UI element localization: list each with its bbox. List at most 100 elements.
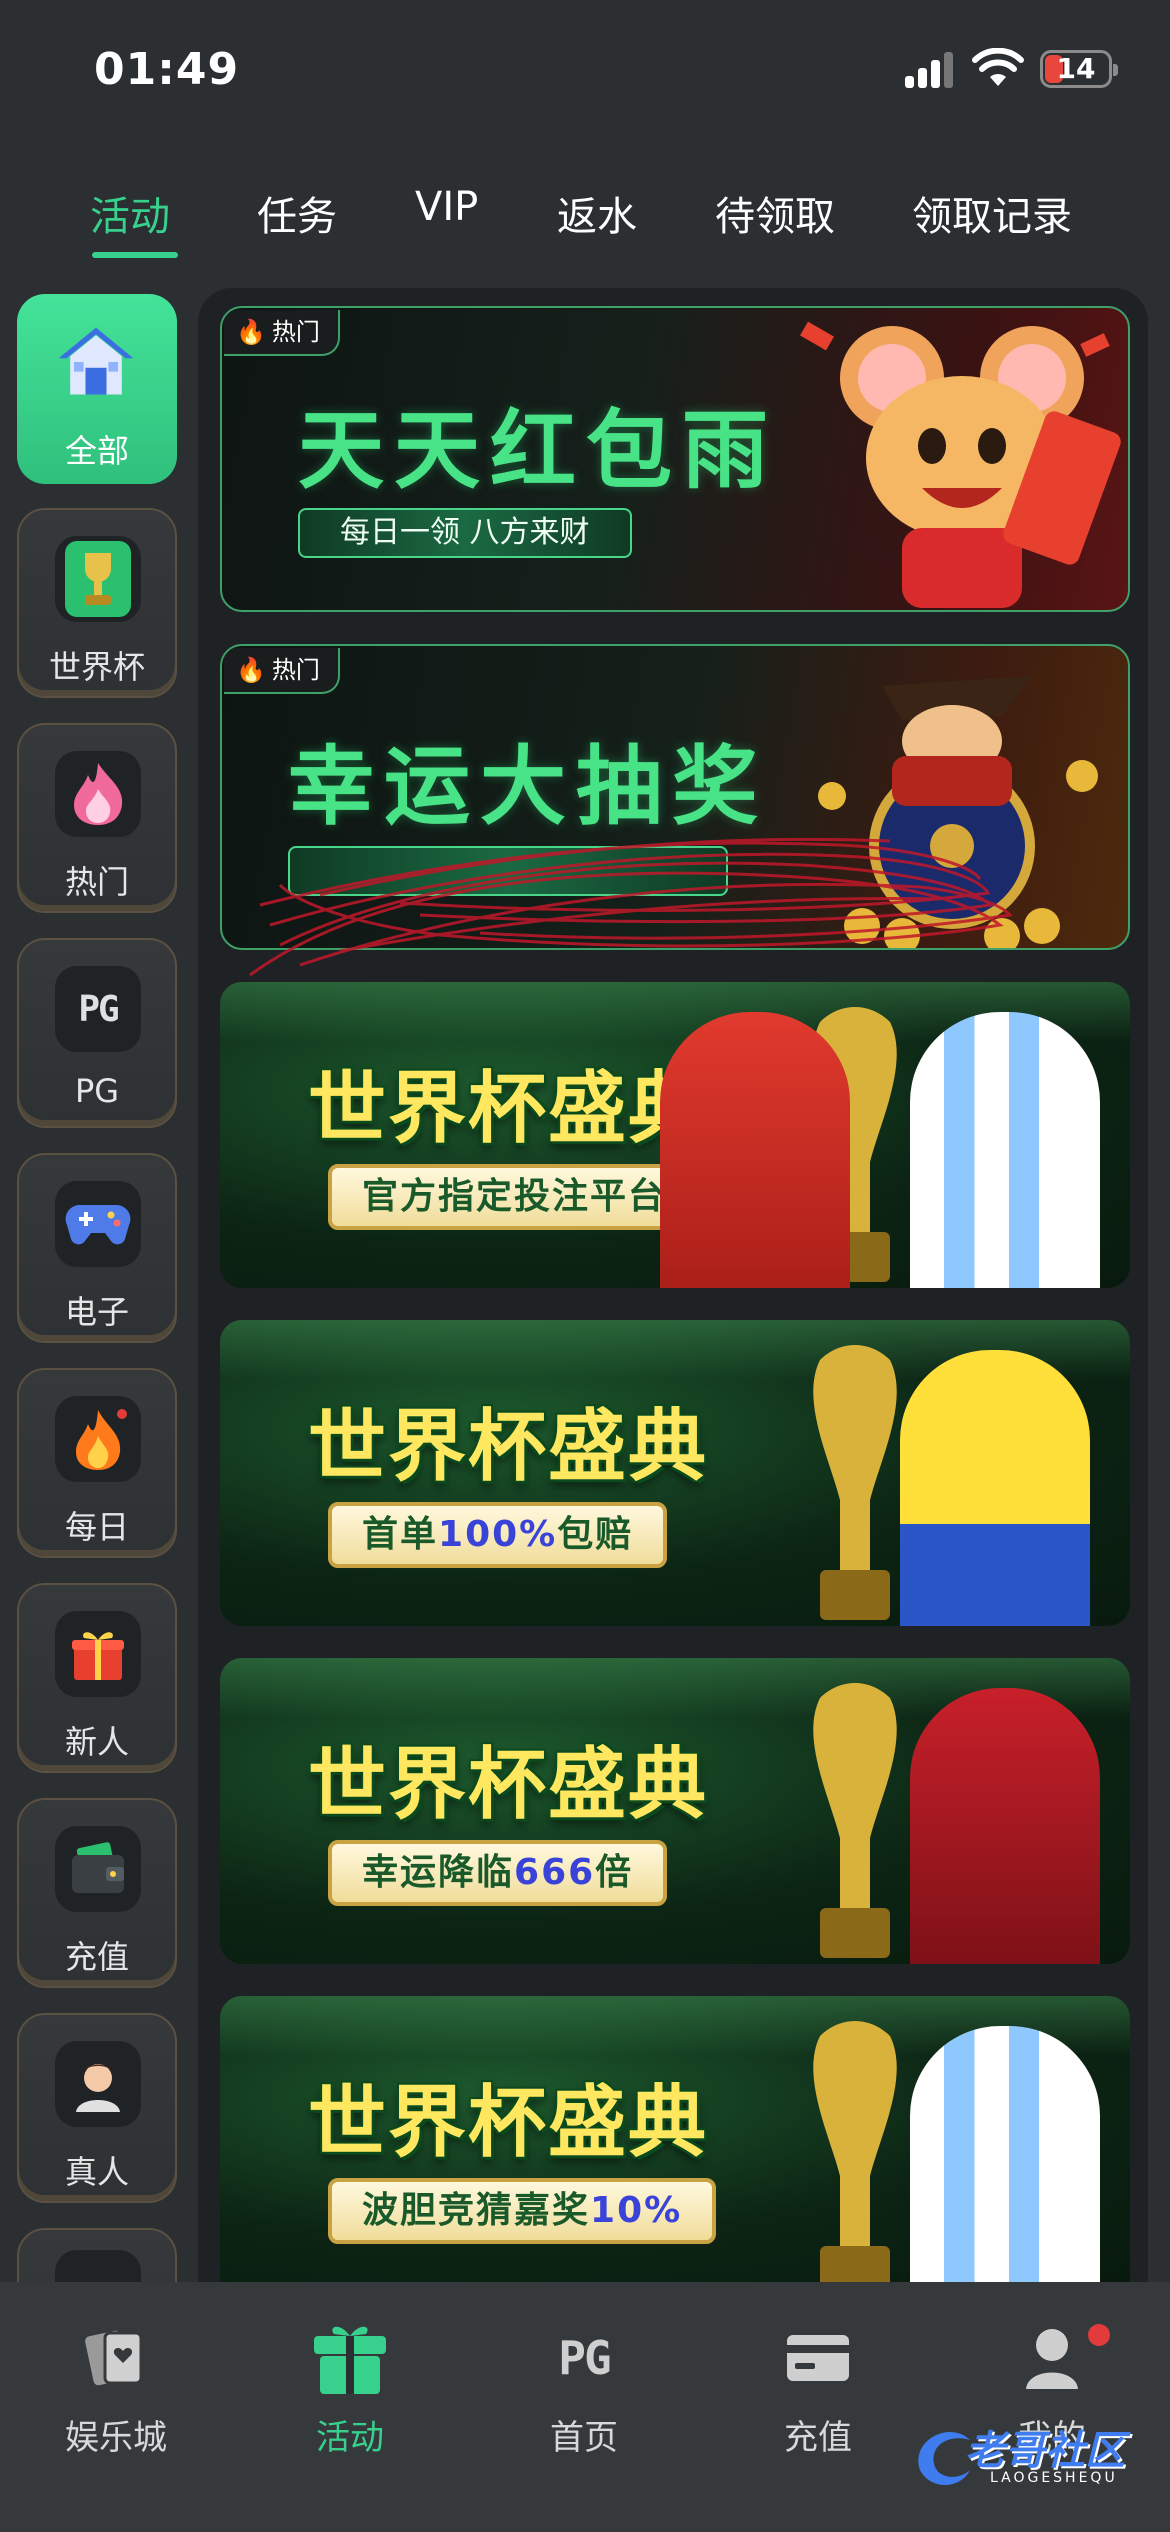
fire-icon — [55, 1396, 141, 1482]
banner-subtitle-text: 包赔 — [557, 1514, 634, 1555]
tab-pending[interactable]: 待领取 — [715, 184, 835, 242]
banner-subtitle: 幸运降临666倍 — [328, 1840, 668, 1906]
gift-box-icon — [310, 2318, 390, 2398]
sidebar-item-label: 热门 — [64, 863, 129, 901]
nav-label: 活动 — [316, 2418, 384, 2458]
pg-logo-text: PG — [78, 988, 119, 1030]
watermark-subtext: LAOGESHEQU — [990, 2470, 1118, 2486]
sidebar-item-pg[interactable]: PG PG — [17, 938, 177, 1128]
banner-subtitle-text: 官方指定投注平台 — [362, 1176, 667, 1217]
wallet-icon — [55, 1826, 141, 1912]
tab-claim-history[interactable]: 领取记录 — [912, 184, 1072, 242]
sidebar-item-daily[interactable]: 每日 — [17, 1368, 177, 1558]
sidebar-item-label: 每日 — [64, 1508, 129, 1546]
user-icon — [1012, 2318, 1092, 2398]
pg-logo-text: PG — [558, 2331, 611, 2385]
banner-subtitle-highlight: 100% — [438, 1514, 558, 1555]
banner-title: 世界杯盛典 — [308, 1402, 709, 1492]
banner-lucky-draw[interactable]: 🔥 热门 幸运大抽奖 — [220, 644, 1130, 950]
sidebar-item-label: 电子 — [64, 1293, 129, 1331]
hot-tag-label: 热门 — [271, 656, 320, 684]
player-image — [910, 2026, 1100, 2282]
community-watermark: 老哥社区 LAOGESHEQU — [910, 2412, 1160, 2502]
nav-label: 首页 — [550, 2418, 618, 2458]
sidebar-item-live[interactable]: 真人 — [17, 2013, 177, 2203]
banner-subtitle — [288, 846, 728, 896]
status-time: 01:49 — [94, 44, 240, 95]
nav-casino[interactable]: 娱乐城 — [16, 2318, 216, 2459]
banner-title: 幸运大抽奖 — [288, 737, 768, 837]
tab-activity[interactable]: 活动 — [90, 184, 170, 242]
sidebar-item-recharge[interactable]: 充值 — [17, 1798, 177, 1988]
battery-level: 14 — [1056, 52, 1096, 85]
banner-subtitle-text: 首单 — [362, 1514, 439, 1555]
flame-icon — [55, 751, 141, 837]
banner-world-cup-score-guess[interactable]: 世界杯盛典 波胆竞猜嘉奖10% — [220, 1996, 1130, 2282]
banner-world-cup-official[interactable]: 世界杯盛典 官方指定投注平台 — [220, 982, 1130, 1288]
hot-tag-label: 热门 — [271, 318, 320, 346]
pg-logo-icon: PG — [55, 966, 141, 1052]
sidebar-item-newbie[interactable]: 新人 — [17, 1583, 177, 1773]
player-image — [660, 1012, 850, 1288]
player-image — [910, 1688, 1100, 1964]
card-icon — [778, 2318, 858, 2398]
sidebar-item-hot[interactable]: 热门 — [17, 723, 177, 913]
world-cup-trophy-image — [813, 2021, 897, 2282]
wifi-icon — [972, 48, 1024, 86]
tab-tasks[interactable]: 任务 — [257, 184, 337, 242]
banner-title: 世界杯盛典 — [308, 1064, 709, 1154]
notification-badge — [1088, 2324, 1110, 2346]
top-tab-bar: 活动 任务 VIP 返水 待领取 领取记录 — [0, 170, 1170, 260]
sidebar-item-label: 世界杯 — [48, 648, 145, 686]
hot-tag: 🔥 热门 — [224, 648, 340, 694]
live-dealer-icon — [55, 2041, 141, 2127]
trophy-icon — [55, 536, 141, 622]
banner-title: 天天红包雨 — [298, 401, 778, 501]
world-cup-trophy-image — [813, 1683, 897, 1958]
banner-subtitle-highlight: 666 — [514, 1852, 596, 1893]
hot-tag: 🔥 热门 — [224, 310, 340, 356]
banner-subtitle: 官方指定投注平台 — [328, 1164, 701, 1230]
active-tab-indicator — [92, 252, 178, 258]
sidebar-item-label: 新人 — [64, 1723, 129, 1761]
banner-subtitle: 每日一领 八方来财 — [298, 508, 632, 558]
nav-home[interactable]: PG 首页 — [484, 2318, 684, 2459]
watermark-text: 老哥社区 — [965, 2428, 1125, 2474]
pg-home-icon: PG — [544, 2318, 624, 2398]
sidebar-item-label: PG — [74, 1072, 120, 1110]
sidebar-item-electronic[interactable]: 电子 — [17, 1153, 177, 1343]
banner-title: 世界杯盛典 — [308, 1740, 709, 1830]
battery-icon: 14 — [1040, 50, 1118, 88]
banner-title: 世界杯盛典 — [308, 2078, 709, 2168]
banner-subtitle-highlight: 10% — [590, 2190, 683, 2231]
player-image — [910, 1012, 1100, 1288]
nav-label: 充值 — [784, 2418, 852, 2458]
cards-icon — [76, 2318, 156, 2398]
banner-subtitle-text: 幸运降临 — [362, 1852, 515, 1893]
nav-recharge[interactable]: 充值 — [718, 2318, 918, 2459]
flame-icon: 🔥 — [236, 318, 266, 346]
nav-activity[interactable]: 活动 — [250, 2318, 450, 2459]
banner-subtitle: 波胆竞猜嘉奖10% — [328, 2178, 717, 2244]
banner-red-envelope-rain[interactable]: 🔥 热门 天天红包雨 每日一领 八方来财 — [220, 306, 1130, 612]
status-bar: 01:49 14 — [0, 0, 1170, 140]
gift-icon — [55, 1611, 141, 1697]
mouse-mascot-image — [800, 321, 1121, 608]
sidebar-item-label: 真人 — [64, 2153, 129, 2191]
banner-subtitle-text: 倍 — [595, 1852, 634, 1893]
sidebar-item-label: 全部 — [64, 432, 129, 470]
sidebar-item-world-cup[interactable]: 世界杯 — [17, 508, 177, 698]
tab-vip[interactable]: VIP — [415, 184, 478, 230]
banner-subtitle: 首单100%包赔 — [328, 1502, 668, 1568]
banner-subtitle-text: 波胆竞猜嘉奖 — [362, 2190, 591, 2231]
sidebar-item-label: 充值 — [64, 1938, 129, 1976]
nav-label: 娱乐城 — [65, 2418, 167, 2458]
tab-rebate[interactable]: 返水 — [557, 184, 637, 242]
player-image — [900, 1350, 1090, 1626]
pirate-wheel-image — [818, 676, 1098, 948]
sidebar-item-all[interactable]: 全部 — [17, 294, 177, 484]
gamepad-icon — [55, 1181, 141, 1267]
banner-world-cup-lucky[interactable]: 世界杯盛典 幸运降临666倍 — [220, 1658, 1130, 1964]
flame-icon: 🔥 — [236, 656, 266, 684]
banner-world-cup-first-bet[interactable]: 世界杯盛典 首单100%包赔 — [220, 1320, 1130, 1626]
